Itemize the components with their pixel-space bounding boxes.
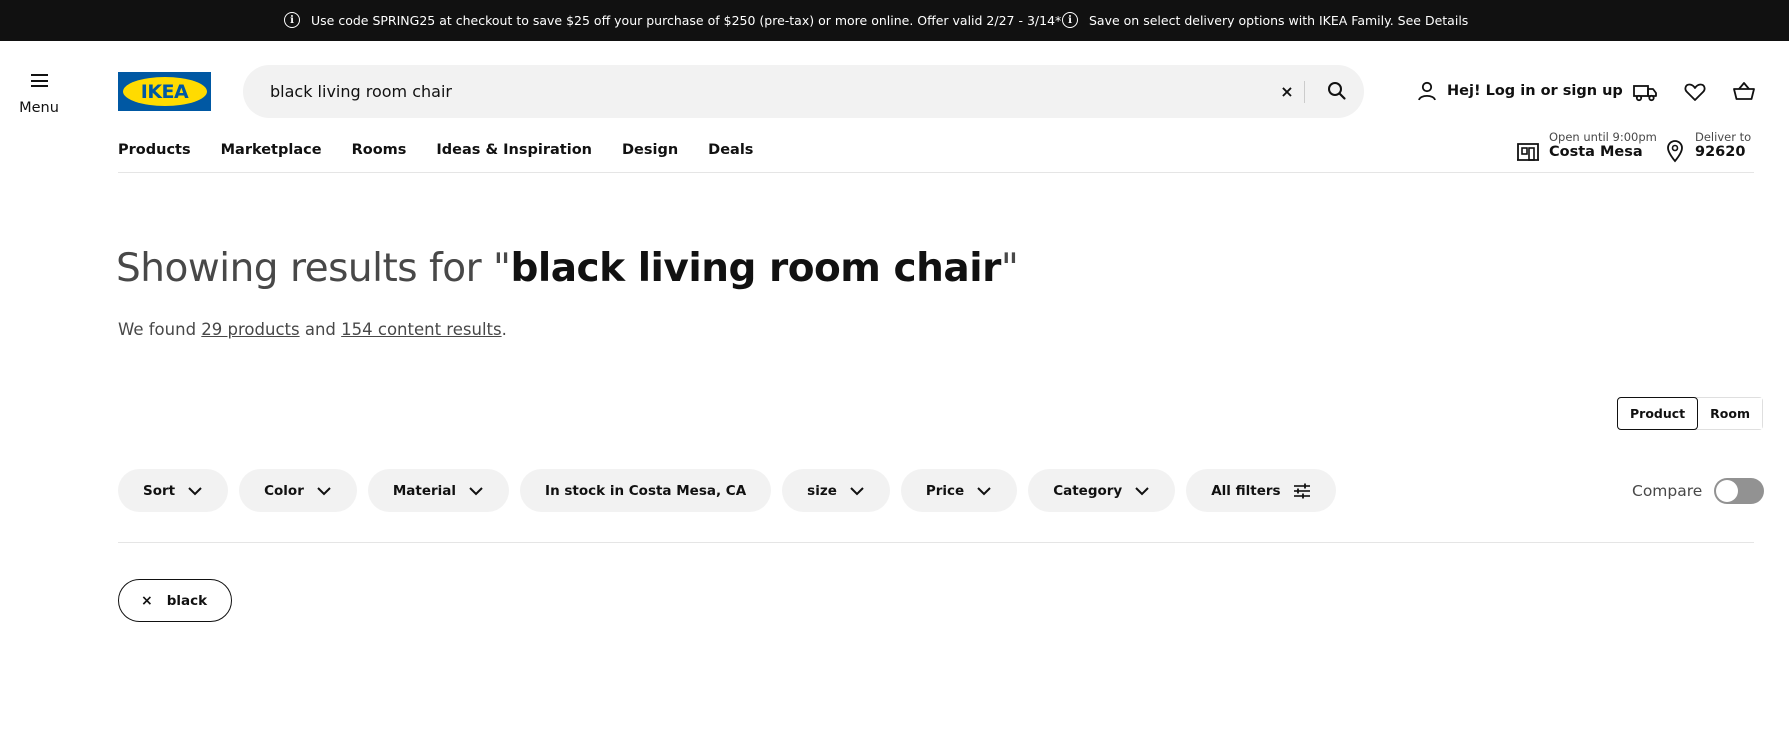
filter-category[interactable]: Category (1028, 469, 1176, 512)
chevron-down-icon (977, 486, 991, 495)
chevron-down-icon (188, 486, 202, 495)
search-bar: × (243, 65, 1364, 118)
cart-icon[interactable] (1731, 79, 1757, 105)
deliver-zip: 92620 (1695, 144, 1746, 160)
info-icon: i (284, 12, 300, 28)
promo-banner: i Use code SPRING25 at checkout to save … (0, 0, 1789, 41)
heart-icon[interactable] (1682, 79, 1708, 105)
chevron-down-icon (469, 486, 483, 495)
sliders-icon (1293, 483, 1310, 498)
store-name: Costa Mesa (1549, 144, 1643, 160)
results-heading: Showing results for "black living room c… (116, 246, 1019, 291)
ikea-logo[interactable]: IKEA (118, 72, 211, 111)
nav-item-marketplace[interactable]: Marketplace (221, 142, 322, 158)
store-hours: Open until 9:00pm (1549, 130, 1657, 144)
menu-button[interactable]: Menu (14, 70, 64, 116)
heading-query: black living room chair (510, 246, 1001, 291)
chevron-down-icon (317, 486, 331, 495)
active-filter-label: black (166, 592, 208, 609)
filter-bar: Sort Color Material In stock in Costa Me… (118, 469, 1347, 512)
compare-toggle[interactable] (1714, 478, 1765, 504)
close-icon: × (1280, 81, 1294, 101)
logo-text: IKEA (140, 80, 189, 103)
hamburger-icon (30, 74, 48, 87)
nav-item-deals[interactable]: Deals (708, 142, 753, 158)
nav-item-rooms[interactable]: Rooms (352, 142, 407, 158)
deliver-label: Deliver to (1695, 130, 1752, 144)
info-icon: i (1062, 12, 1078, 28)
nav-item-products[interactable]: Products (118, 142, 191, 158)
store-selector[interactable]: Open until 9:00pm Costa Mesa (1516, 130, 1657, 163)
close-icon: × (141, 592, 153, 609)
login-label: Hej! Log in or sign up (1447, 83, 1623, 99)
nav-item-design[interactable]: Design (622, 142, 678, 158)
view-room-button[interactable]: Room (1698, 398, 1762, 429)
search-button[interactable] (1325, 79, 1349, 103)
filter-in-stock[interactable]: In stock in Costa Mesa, CA (520, 469, 772, 512)
deliver-to-selector[interactable]: Deliver to 92620 (1665, 130, 1751, 163)
promo-text-1: Use code SPRING25 at checkout to save $2… (311, 12, 1062, 28)
filter-price[interactable]: Price (900, 469, 1018, 512)
view-toggle: Product Room (1617, 397, 1763, 430)
chevron-down-icon (850, 486, 864, 495)
view-product-button[interactable]: Product (1617, 397, 1699, 430)
filter-all-filters[interactable]: All filters (1186, 469, 1336, 512)
filter-size[interactable]: size (782, 469, 890, 512)
toggle-knob (1716, 480, 1739, 502)
main-nav: Products Marketplace Rooms Ideas & Inspi… (118, 142, 783, 158)
store-icon (1517, 143, 1539, 161)
nav-item-ideas[interactable]: Ideas & Inspiration (436, 142, 592, 158)
compare-control: Compare (1632, 478, 1765, 504)
promo-message-2[interactable]: i Save on select delivery options with I… (1062, 12, 1468, 28)
truck-icon[interactable] (1632, 79, 1658, 105)
search-divider (1304, 81, 1305, 103)
filter-divider (118, 542, 1754, 543)
location-pin-icon (1667, 140, 1683, 163)
user-icon (1418, 81, 1436, 101)
login-link[interactable]: Hej! Log in or sign up (1416, 80, 1623, 102)
products-count-link[interactable]: 29 products (201, 320, 299, 339)
content-results-link[interactable]: 154 content results (341, 320, 501, 339)
search-input[interactable] (270, 65, 1250, 118)
results-summary: We found 29 products and 154 content res… (118, 320, 507, 339)
search-icon (1328, 82, 1346, 100)
filter-sort[interactable]: Sort (118, 469, 229, 512)
promo-text-2: Save on select delivery options with IKE… (1089, 12, 1469, 28)
compare-label: Compare (1632, 482, 1703, 500)
filter-color[interactable]: Color (239, 469, 357, 512)
promo-message-1[interactable]: i Use code SPRING25 at checkout to save … (284, 12, 1061, 28)
active-filter-chip[interactable]: × black (118, 579, 233, 622)
clear-search-button[interactable]: × (1275, 79, 1299, 103)
nav-divider (118, 172, 1754, 173)
filter-material[interactable]: Material (367, 469, 510, 512)
chevron-down-icon (1135, 486, 1149, 495)
menu-label: Menu (19, 100, 59, 116)
